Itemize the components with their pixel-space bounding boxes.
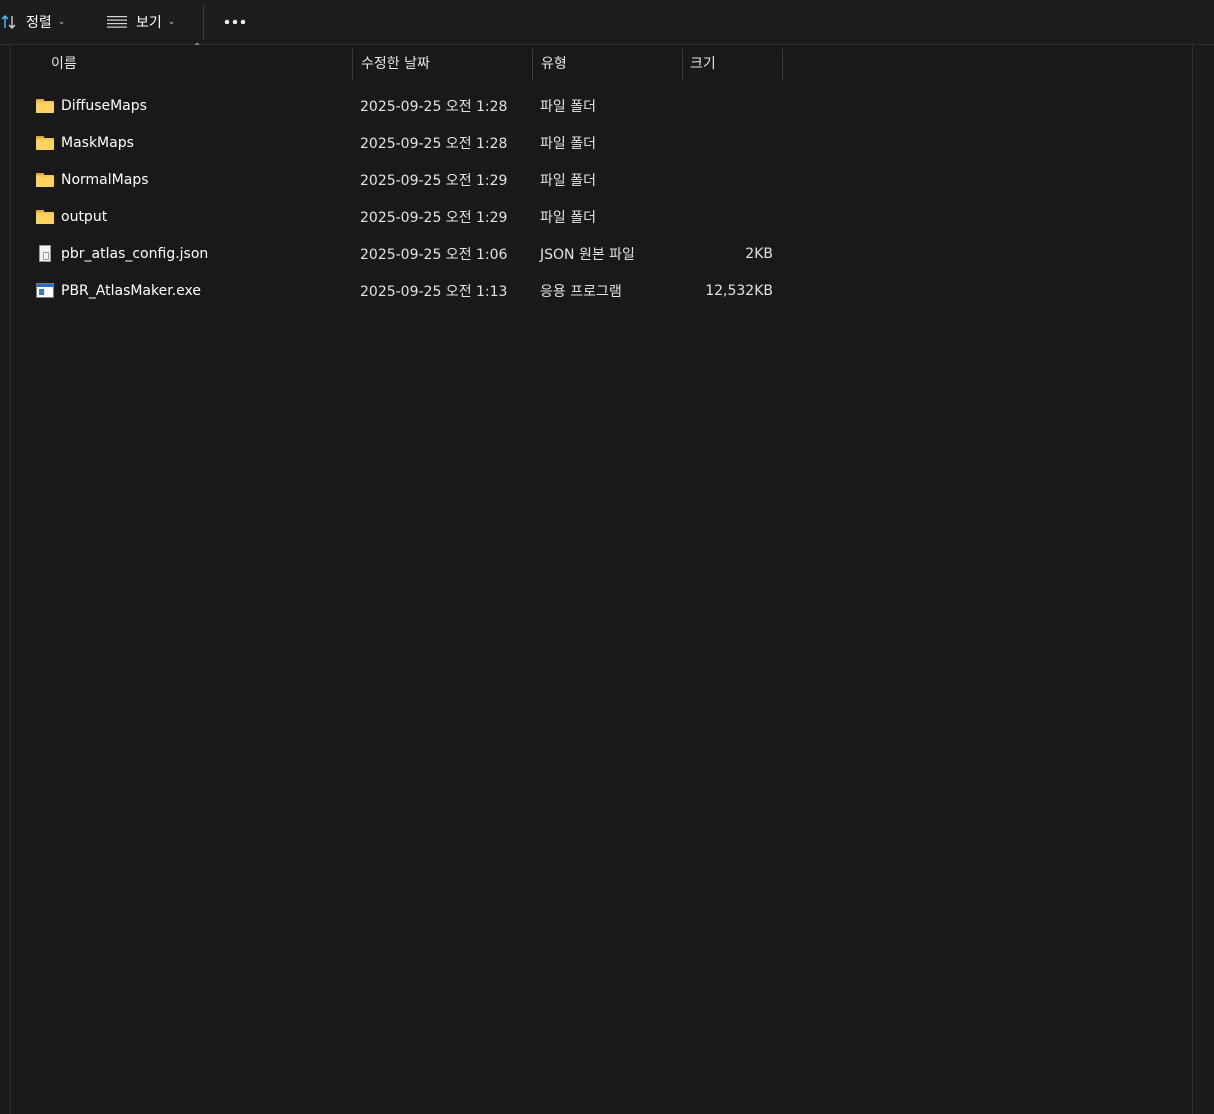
- column-divider[interactable]: [352, 49, 353, 81]
- file-row[interactable]: NormalMaps 2025-09-25 오전 1:29 파일 폴더: [11, 161, 791, 198]
- file-date: 2025-09-25 오전 1:29: [360, 172, 508, 189]
- list-view-icon: [106, 14, 128, 30]
- chevron-down-icon: ⌄: [167, 17, 176, 27]
- column-header-size[interactable]: 크기: [690, 45, 780, 81]
- file-date: 2025-09-25 오전 1:13: [360, 283, 508, 300]
- folder-icon: [35, 135, 55, 151]
- file-row[interactable]: PBR_AtlasMaker.exe 2025-09-25 오전 1:13 응용…: [11, 272, 791, 309]
- file-type: 응용 프로그램: [540, 283, 622, 300]
- column-header-date[interactable]: 수정한 날짜: [361, 45, 531, 81]
- column-header-row: ⌃ 이름 수정한 날짜 유형 크기: [11, 42, 783, 81]
- view-label: 보기: [136, 15, 162, 31]
- file-size: 12,532KB: [705, 282, 773, 299]
- exe-file-icon: [35, 282, 55, 299]
- file-name: DiffuseMaps: [61, 97, 147, 114]
- file-name: NormalMaps: [61, 171, 149, 188]
- file-name: MaskMaps: [61, 134, 134, 151]
- column-divider[interactable]: [532, 49, 533, 81]
- vertical-scrollbar[interactable]: [1192, 45, 1214, 1114]
- file-size: [690, 161, 773, 198]
- file-rows: DiffuseMaps 2025-09-25 오전 1:28 파일 폴더 Mas…: [11, 87, 791, 309]
- column-header-type[interactable]: 유형: [541, 45, 681, 81]
- column-divider[interactable]: [782, 49, 783, 81]
- folder-icon: [35, 209, 55, 225]
- sort-label: 정렬: [26, 15, 52, 31]
- sort-button[interactable]: 정렬 ⌄: [0, 0, 65, 44]
- file-type: 파일 폴더: [540, 135, 596, 152]
- file-date: 2025-09-25 오전 1:28: [360, 98, 508, 115]
- chevron-down-icon: ⌄: [57, 17, 66, 27]
- view-button[interactable]: 보기 ⌄: [106, 0, 175, 44]
- file-type: JSON 원본 파일: [540, 246, 635, 263]
- folder-icon: [35, 172, 55, 188]
- file-size: [690, 198, 773, 235]
- file-type: 파일 폴더: [540, 172, 596, 189]
- command-bar: 정렬 ⌄ 보기 ⌄: [0, 0, 1214, 45]
- file-type: 파일 폴더: [540, 209, 596, 226]
- file-row[interactable]: DiffuseMaps 2025-09-25 오전 1:28 파일 폴더: [11, 87, 791, 124]
- file-size: [690, 87, 773, 124]
- column-header-name[interactable]: 이름: [51, 45, 352, 81]
- column-divider[interactable]: [682, 49, 683, 81]
- folder-icon: [35, 98, 55, 114]
- file-size: [690, 124, 773, 161]
- file-name: PBR_AtlasMaker.exe: [61, 282, 201, 299]
- toolbar-divider: [203, 4, 204, 40]
- file-row[interactable]: output 2025-09-25 오전 1:29 파일 폴더: [11, 198, 791, 235]
- file-date: 2025-09-25 오전 1:06: [360, 246, 508, 263]
- file-name: output: [61, 208, 108, 225]
- json-file-icon: [35, 244, 55, 262]
- file-name: pbr_atlas_config.json: [61, 245, 209, 262]
- file-type: 파일 폴더: [540, 98, 596, 115]
- file-list-pane: ⌃ 이름 수정한 날짜 유형 크기 DiffuseMaps 2025-09-25…: [0, 42, 1214, 1114]
- more-options-icon: [224, 19, 246, 25]
- file-row[interactable]: MaskMaps 2025-09-25 오전 1:28 파일 폴더: [11, 124, 791, 161]
- more-options-button[interactable]: [221, 0, 249, 44]
- file-date: 2025-09-25 오전 1:29: [360, 209, 508, 226]
- file-date: 2025-09-25 오전 1:28: [360, 135, 508, 152]
- file-row[interactable]: pbr_atlas_config.json 2025-09-25 오전 1:06…: [11, 235, 791, 272]
- sort-arrows-icon: [0, 13, 18, 31]
- file-size: 2KB: [745, 245, 773, 262]
- navigation-pane-edge: [0, 45, 11, 1114]
